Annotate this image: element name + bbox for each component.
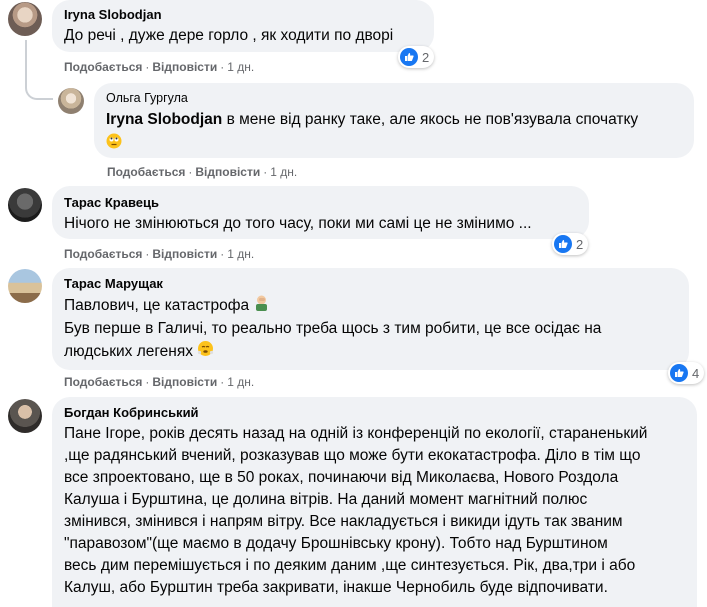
timestamp[interactable]: 1 дн. [227,60,254,74]
thread-line [25,40,27,82]
comment-actions: Подобається · Відповісти · 1 дн. [64,60,255,74]
reaction-count[interactable]: 2 [398,46,435,68]
comment-bubble: Тарас Марущак Павлович, це катастрофа Бу… [52,268,689,370]
avatar[interactable] [8,399,42,433]
reaction-count[interactable]: 4 [668,362,705,384]
comment-text: людських легенях [64,340,677,364]
comment-author[interactable]: Тарас Марущак [64,275,677,292]
avatar[interactable] [58,88,84,114]
comment-author[interactable]: Ольга Гургула [106,90,682,107]
comment-text: Павлович, це катастрофа [64,294,677,318]
avatar[interactable] [8,2,42,36]
comment-bubble: Тарас Кравець Нічого не змінюються до то… [52,186,589,239]
like-button[interactable]: Подобається [107,165,185,179]
comment-actions: Подобається · Відповісти · 1 дн. [64,247,255,261]
like-button[interactable]: Подобається [64,375,142,389]
mention-link[interactable]: Iryna Slobodjan [106,111,222,128]
comment-text: До речі , дуже дере горло , як ходити по… [64,27,394,44]
avatar[interactable] [8,269,42,303]
thread-curve [25,80,53,100]
face-with-steam-emoji [197,340,214,364]
reaction-number: 2 [576,236,584,252]
comment-text: Був перше в Галичі, то реально треба щос… [64,320,602,337]
reply-button[interactable]: Відповісти [152,60,217,74]
reply-button[interactable]: Відповісти [152,375,217,389]
reaction-number: 2 [422,49,430,65]
comment-text: Калуш, або Бурштин треба закривати, інак… [64,579,608,596]
avatar[interactable] [8,188,42,222]
reply-button[interactable]: Відповісти [195,165,260,179]
like-button[interactable]: Подобається [64,60,142,74]
timestamp[interactable]: 1 дн. [227,375,254,389]
comment-text: Калуша і Бурштина, це долина вітрів. На … [64,491,588,508]
like-icon [400,48,418,66]
comment-text: все зпроектовано, ще в 50 роках, починаю… [64,469,619,486]
comment-bubble: Ольга Гургула Iryna Slobodjan в мене від… [94,83,694,158]
comment-author[interactable]: Iryna Slobodjan [64,6,422,23]
comment-text: Нічого не змінюються до того часу, поки … [64,215,532,232]
timestamp[interactable]: 1 дн. [270,165,297,179]
man-facepalming-emoji [253,294,270,318]
comment-actions: Подобається · Відповісти · 1 дн. [107,165,298,179]
reaction-count[interactable]: 2 [552,233,589,255]
comment-author[interactable]: Богдан Кобринський [64,404,685,421]
comment-text: весь дим перемішується і по деяким даним… [64,557,636,574]
comment-text: ,ще радянський вчений, розказував що мож… [64,447,641,464]
comment-bubble: Богдан Кобринський Пане Ігоре, років дес… [52,397,697,607]
like-icon [670,364,688,382]
comment-bubble: Iryna Slobodjan До речі , дуже дере горл… [52,0,434,52]
comment-text: Пане Ігоре, років десять назад на одній … [64,425,648,442]
comment-actions: Подобається · Відповісти · 1 дн. [64,375,255,389]
like-icon [554,235,572,253]
reaction-number: 4 [692,365,700,381]
timestamp[interactable]: 1 дн. [227,247,254,261]
comment-text: змінився, змінився і напрям вітру. Все н… [64,513,623,530]
comment-text: "паравозом"(ще маємо в додачу Брошнівськ… [64,535,608,552]
comment-author[interactable]: Тарас Кравець [64,194,577,211]
comment-text: Iryna Slobodjan в мене від ранку таке, а… [106,111,639,128]
like-button[interactable]: Подобається [64,247,142,261]
face-with-rolling-eyes-emoji [106,133,122,149]
reply-button[interactable]: Відповісти [152,247,217,261]
